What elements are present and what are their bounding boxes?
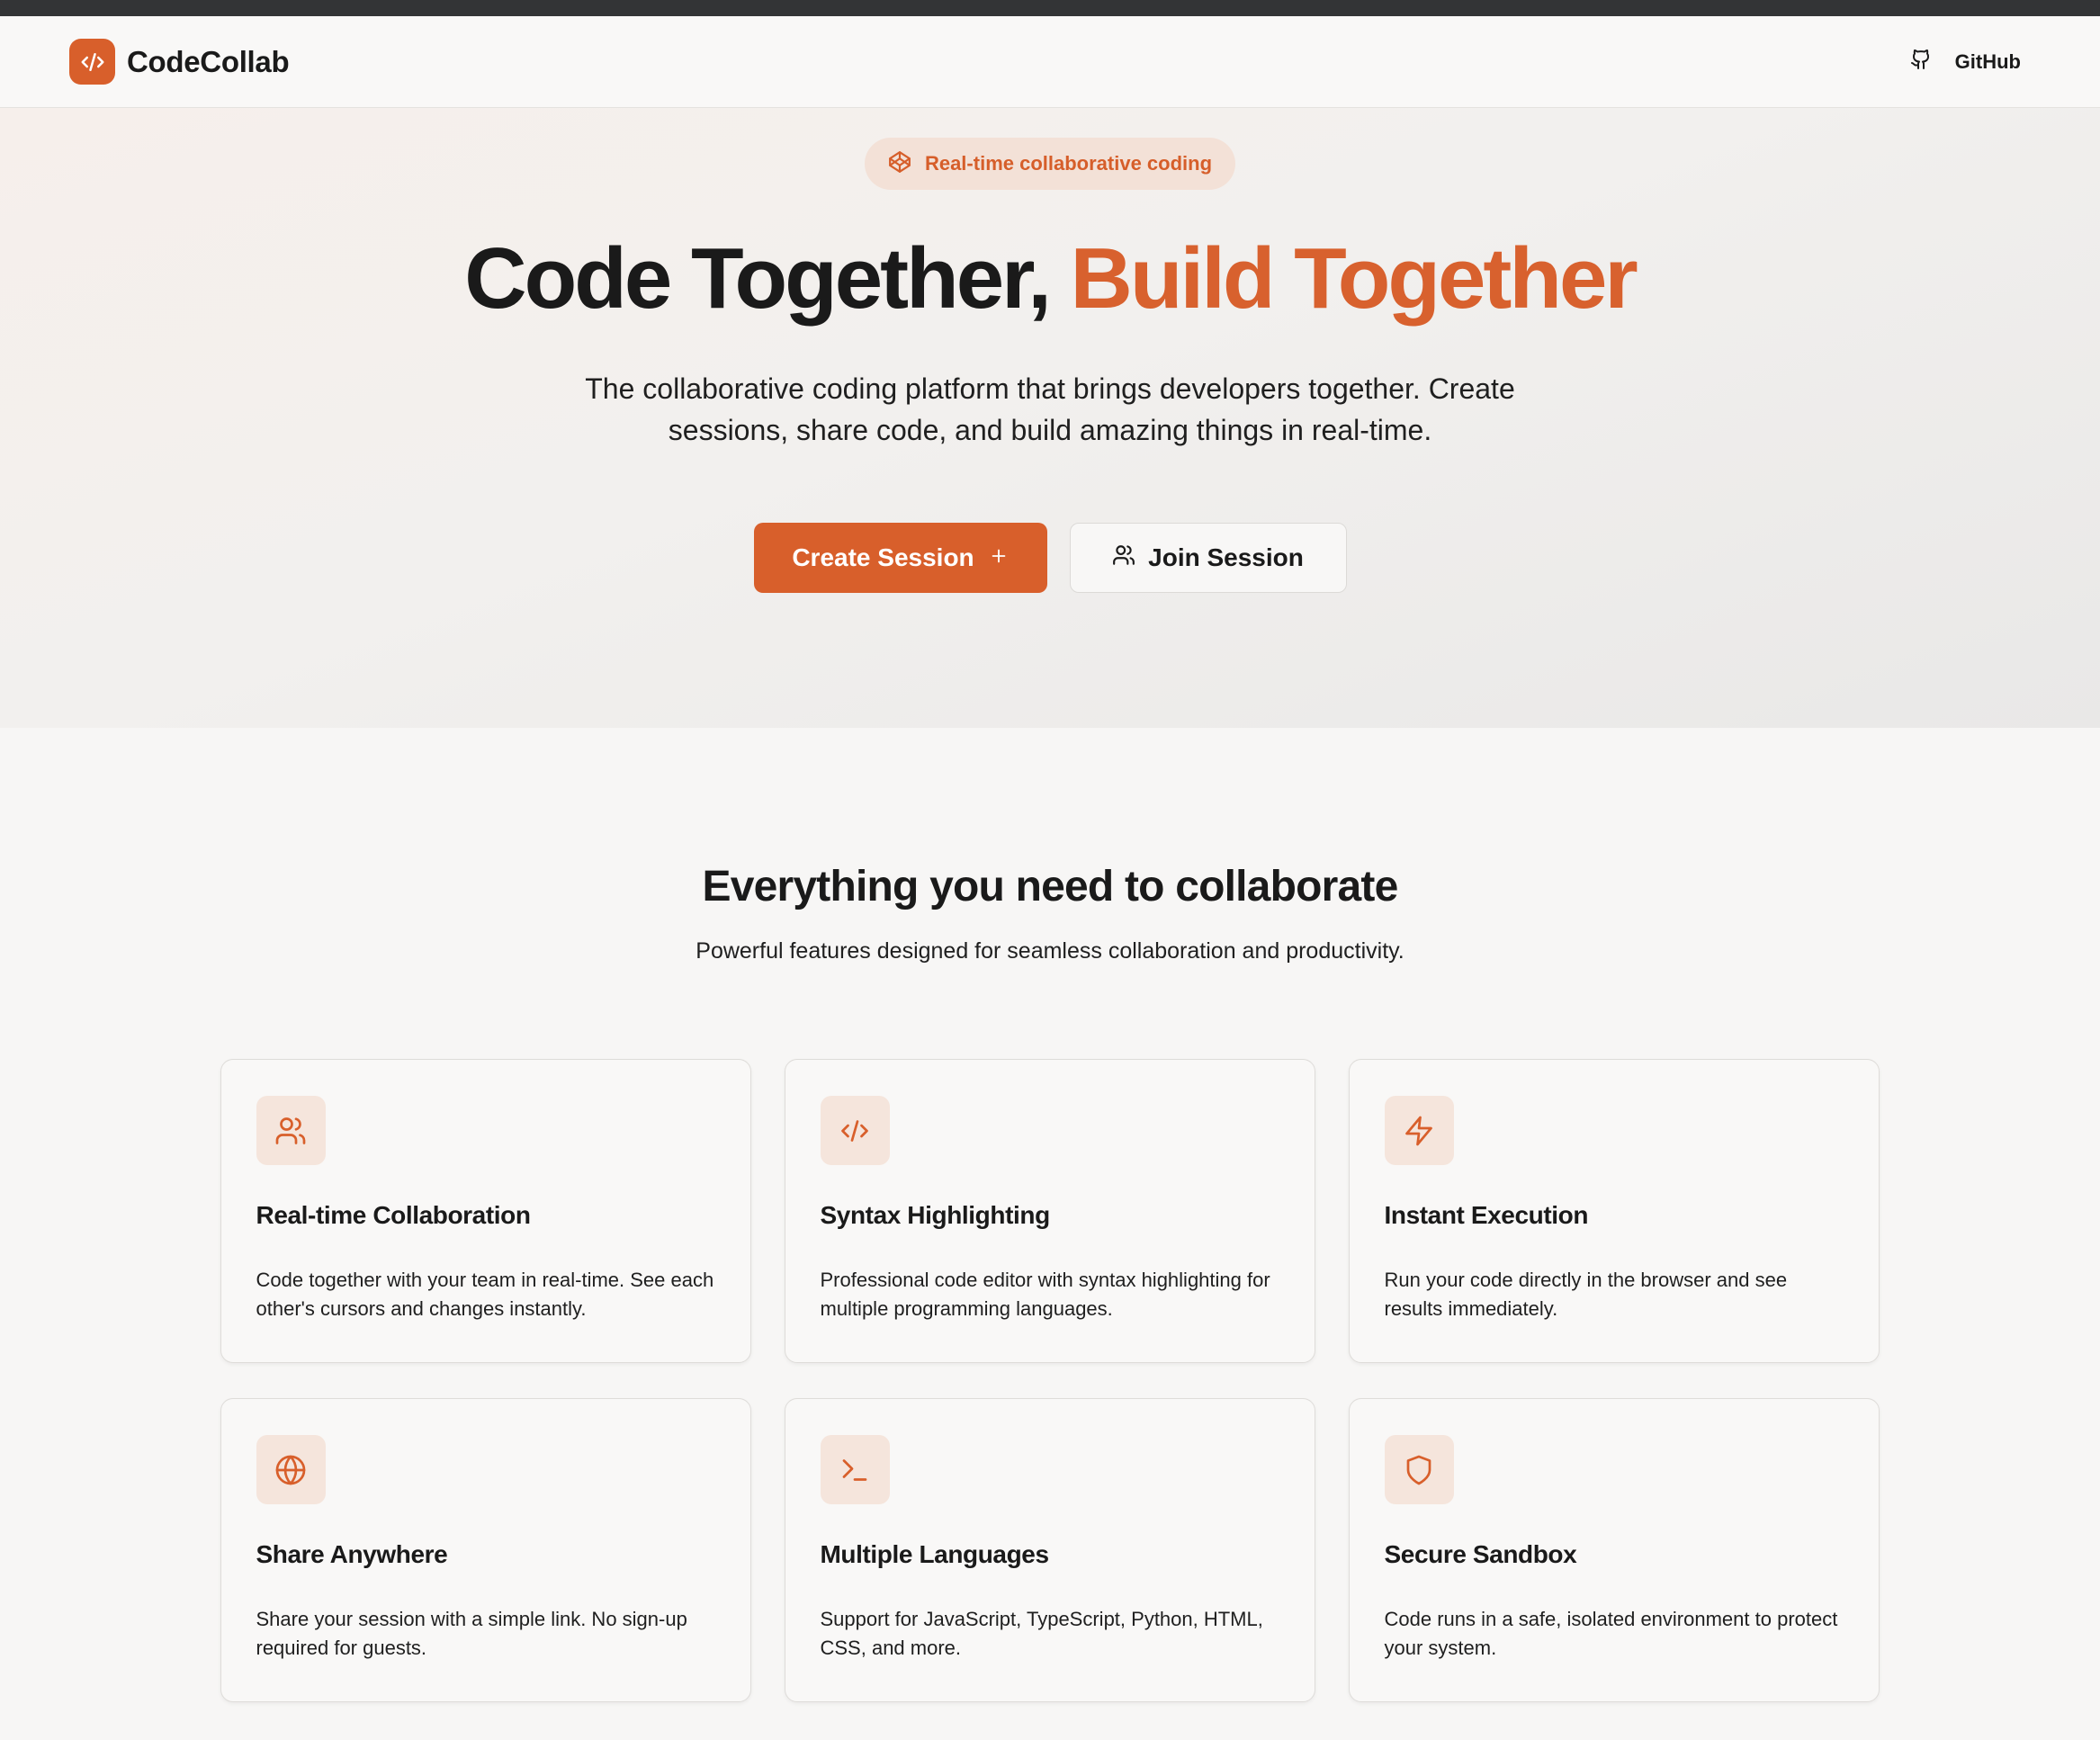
feature-title: Multiple Languages: [820, 1540, 1050, 1568]
feature-card-share-anywhere: Share Anywhere Share your session with a…: [220, 1398, 751, 1702]
github-link[interactable]: GitHub: [1910, 49, 2021, 75]
feature-title: Syntax Highlighting: [820, 1201, 1051, 1229]
feature-title: Real-time Collaboration: [256, 1201, 531, 1229]
code-icon: [820, 1096, 890, 1165]
shield-icon: [1384, 1435, 1454, 1504]
users-icon: [256, 1096, 326, 1165]
create-session-label: Create Session: [792, 543, 974, 572]
hero-actions: Create Session Join Session: [753, 523, 1347, 594]
feature-card-multiple-languages: Multiple Languages Support for JavaScrip…: [784, 1398, 1315, 1702]
hero-section: Real-time collaborative coding Code Toge…: [0, 108, 2100, 728]
brand[interactable]: CodeCollab: [69, 39, 290, 85]
feature-description: Run your code directly in the browser an…: [1384, 1269, 1788, 1320]
github-icon: [1910, 49, 1932, 75]
hero-badge: Real-time collaborative coding: [864, 138, 1236, 190]
feature-title: Secure Sandbox: [1384, 1540, 1577, 1568]
features-section: Everything you need to collaborate Power…: [0, 728, 2100, 1702]
github-label: GitHub: [1954, 49, 2021, 73]
terminal-icon: [820, 1435, 890, 1504]
create-session-button[interactable]: Create Session: [753, 523, 1047, 594]
feature-title: Share Anywhere: [256, 1540, 448, 1568]
code-logo-icon: [69, 39, 115, 85]
feature-card-realtime-collaboration: Real-time Collaboration Code together wi…: [220, 1059, 751, 1363]
feature-description: Share your session with a simple link. N…: [256, 1608, 687, 1659]
feature-description: Code together with your team in real-tim…: [256, 1269, 714, 1320]
feature-title: Instant Execution: [1384, 1201, 1589, 1229]
feature-card-instant-execution: Instant Execution Run your code directly…: [1348, 1059, 1880, 1363]
hero-title-accent: Build Together: [1070, 230, 1638, 327]
codepen-icon: [888, 150, 911, 178]
feature-description: Code runs in a safe, isolated environmen…: [1384, 1608, 1838, 1659]
join-session-button[interactable]: Join Session: [1069, 523, 1347, 594]
features-grid: Real-time Collaboration Code together wi…: [220, 1059, 1880, 1702]
join-session-label: Join Session: [1148, 543, 1304, 572]
feature-description: Support for JavaScript, TypeScript, Pyth…: [820, 1608, 1263, 1659]
zap-icon: [1384, 1096, 1454, 1165]
hero-title-main: Code Together,: [464, 230, 1052, 327]
globe-icon: [256, 1435, 326, 1504]
hero-badge-text: Real-time collaborative coding: [924, 152, 1213, 175]
hero-subtitle: The collaborative coding platform that b…: [585, 372, 1515, 447]
brand-name: CodeCollab: [127, 44, 290, 78]
feature-card-secure-sandbox: Secure Sandbox Code runs in a safe, isol…: [1348, 1398, 1880, 1702]
feature-description: Professional code editor with syntax hig…: [820, 1269, 1270, 1320]
plus-icon: [989, 543, 1009, 572]
hero-title: Code Together, Build Together: [464, 229, 1638, 328]
users-icon: [1112, 543, 1135, 573]
features-title: Everything you need to collaborate: [702, 863, 1399, 910]
feature-card-syntax-highlighting: Syntax Highlighting Professional code ed…: [784, 1059, 1315, 1363]
window-top-bar: [0, 0, 2100, 16]
navbar: CodeCollab GitHub: [0, 16, 2100, 108]
features-subtitle: Powerful features designed for seamless …: [696, 938, 1404, 964]
